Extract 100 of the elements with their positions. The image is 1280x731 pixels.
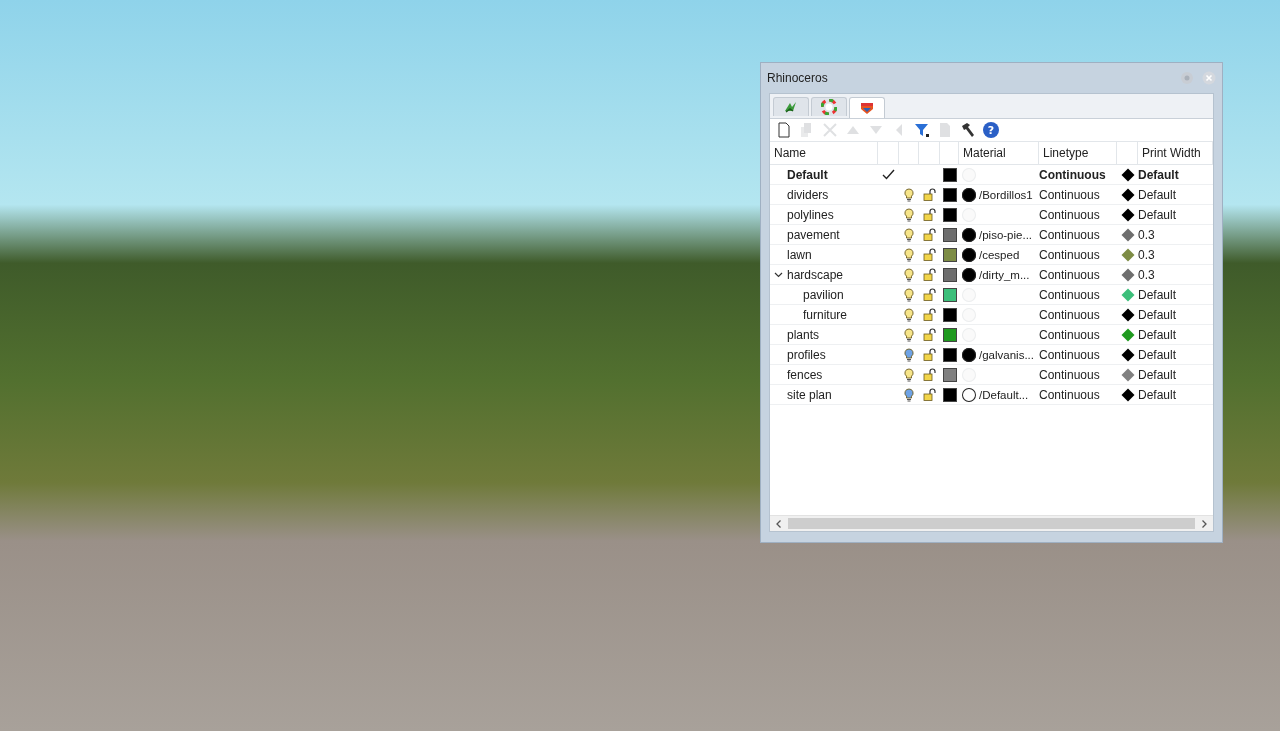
material-name: /Bordillos1 <box>979 188 1033 201</box>
material-name: /cesped <box>979 248 1020 261</box>
diamond-icon[interactable] <box>1120 167 1135 182</box>
print-width: Default <box>1138 167 1180 182</box>
padlock-icon[interactable] <box>923 348 936 361</box>
lightbulb-icon[interactable] <box>904 387 914 402</box>
lightbulb-icon[interactable] <box>904 327 914 342</box>
lightbulb-icon[interactable] <box>904 307 914 322</box>
linetype-name: Continuous <box>1039 227 1101 242</box>
print-width: 0.3 <box>1138 247 1156 262</box>
print-width: 0.3 <box>1138 227 1156 242</box>
print-width: Default <box>1138 187 1178 202</box>
diamond-icon[interactable] <box>1120 387 1135 402</box>
padlock-icon[interactable] <box>923 188 936 201</box>
material-swatch[interactable] <box>962 227 976 242</box>
print-width: Default <box>1138 207 1178 222</box>
linetype-name: Continuous <box>1039 247 1101 262</box>
padlock-icon[interactable] <box>923 268 936 281</box>
layer-name[interactable]: plants <box>787 327 820 342</box>
padlock-icon[interactable] <box>923 248 936 261</box>
scroll-right-icon[interactable] <box>1199 518 1209 529</box>
material-swatch[interactable] <box>962 247 976 262</box>
linetype-name: Continuous <box>1039 327 1101 342</box>
padlock-icon[interactable] <box>923 208 936 221</box>
panel-tab[interactable] <box>811 97 847 116</box>
padlock-icon[interactable] <box>923 308 936 321</box>
material-name: /Default... <box>979 388 1029 401</box>
layer-color-swatch[interactable] <box>942 187 957 202</box>
linetype-name: Continuous <box>1039 367 1101 382</box>
layer-name[interactable]: pavement <box>787 227 840 242</box>
caret-icon[interactable] <box>774 270 783 279</box>
panel-tab[interactable] <box>773 97 809 116</box>
layer-name[interactable]: Default <box>787 167 828 182</box>
column-header[interactable]: Print Width <box>1138 142 1213 164</box>
layer-color-swatch[interactable] <box>942 367 957 382</box>
layer-name[interactable]: hardscape <box>787 267 844 282</box>
diamond-icon[interactable] <box>1120 187 1135 202</box>
layer-color-swatch[interactable] <box>942 267 957 282</box>
layer-name[interactable]: fences <box>787 367 823 382</box>
layer-color-swatch[interactable] <box>942 307 957 322</box>
diamond-icon[interactable] <box>1120 207 1135 222</box>
color-wheel-icon <box>821 99 837 115</box>
print-width: Default <box>1138 387 1178 402</box>
lightbulb-icon[interactable] <box>904 347 914 362</box>
scroll-left-icon[interactable] <box>774 518 784 529</box>
layer-name[interactable]: dividers <box>787 187 829 202</box>
window-title: Rhinoceros <box>767 71 828 85</box>
print-width: 0.3 <box>1138 267 1156 282</box>
layer-name[interactable]: site plan <box>787 387 832 402</box>
layer-color-swatch[interactable] <box>942 247 957 262</box>
print-width: Default <box>1138 367 1178 382</box>
layer-color-swatch[interactable] <box>942 167 957 182</box>
linetype-name: Continuous <box>1039 387 1101 402</box>
lightbulb-icon[interactable] <box>904 367 914 382</box>
layer-color-swatch[interactable] <box>942 227 957 242</box>
linetype-name: Continuous <box>1039 267 1101 282</box>
filter-icon[interactable] <box>914 122 930 138</box>
layer-color-swatch[interactable] <box>942 387 957 402</box>
layer-name[interactable]: pavilion <box>803 287 844 302</box>
lightbulb-icon[interactable] <box>904 207 914 222</box>
padlock-icon[interactable] <box>923 328 936 341</box>
linetype-name: Continuous <box>1039 207 1101 222</box>
linetype-name: Continuous <box>1039 307 1101 322</box>
layer-color-swatch[interactable] <box>942 327 957 342</box>
column-header[interactable]: Linetype <box>1039 142 1117 164</box>
lightbulb-icon[interactable] <box>904 287 914 302</box>
padlock-icon[interactable] <box>923 368 936 381</box>
layer-color-swatch[interactable] <box>942 287 957 302</box>
layer-name[interactable]: polylines <box>787 207 834 222</box>
lightbulb-icon[interactable] <box>904 247 914 262</box>
padlock-icon[interactable] <box>923 288 936 301</box>
padlock-icon[interactable] <box>923 228 936 241</box>
linetype-name: Continuous <box>1039 347 1101 362</box>
layers-icon <box>859 100 875 116</box>
scroll-thumb[interactable] <box>788 518 1195 529</box>
layer-name[interactable]: lawn <box>787 247 812 262</box>
diamond-icon[interactable] <box>1120 347 1135 362</box>
padlock-icon[interactable] <box>923 388 936 401</box>
material-name: /dirty_m... <box>979 268 1030 281</box>
print-width: Default <box>1138 327 1178 342</box>
column-header[interactable]: Name <box>770 142 878 164</box>
panel-tab[interactable] <box>849 97 885 118</box>
horizontal-scrollbar[interactable] <box>770 515 1213 531</box>
material-swatch[interactable] <box>962 347 976 362</box>
lightbulb-icon[interactable] <box>904 267 914 282</box>
material-swatch[interactable] <box>962 187 976 202</box>
column-header[interactable]: Material <box>959 142 1039 164</box>
material-swatch[interactable] <box>962 267 976 282</box>
new-icon[interactable] <box>776 122 792 138</box>
layer-color-swatch[interactable] <box>942 207 957 222</box>
diamond-icon[interactable] <box>1120 307 1135 322</box>
layer-name[interactable]: furniture <box>803 307 848 322</box>
lightbulb-icon[interactable] <box>904 187 914 202</box>
linetype-name: Continuous <box>1039 287 1101 302</box>
layer-color-swatch[interactable] <box>942 347 957 362</box>
material-swatch[interactable] <box>962 387 976 402</box>
lightbulb-icon[interactable] <box>904 227 914 242</box>
material-name: /galvanis... <box>979 348 1034 361</box>
layer-name[interactable]: profiles <box>787 347 826 362</box>
help-button[interactable]: ? <box>983 122 999 138</box>
